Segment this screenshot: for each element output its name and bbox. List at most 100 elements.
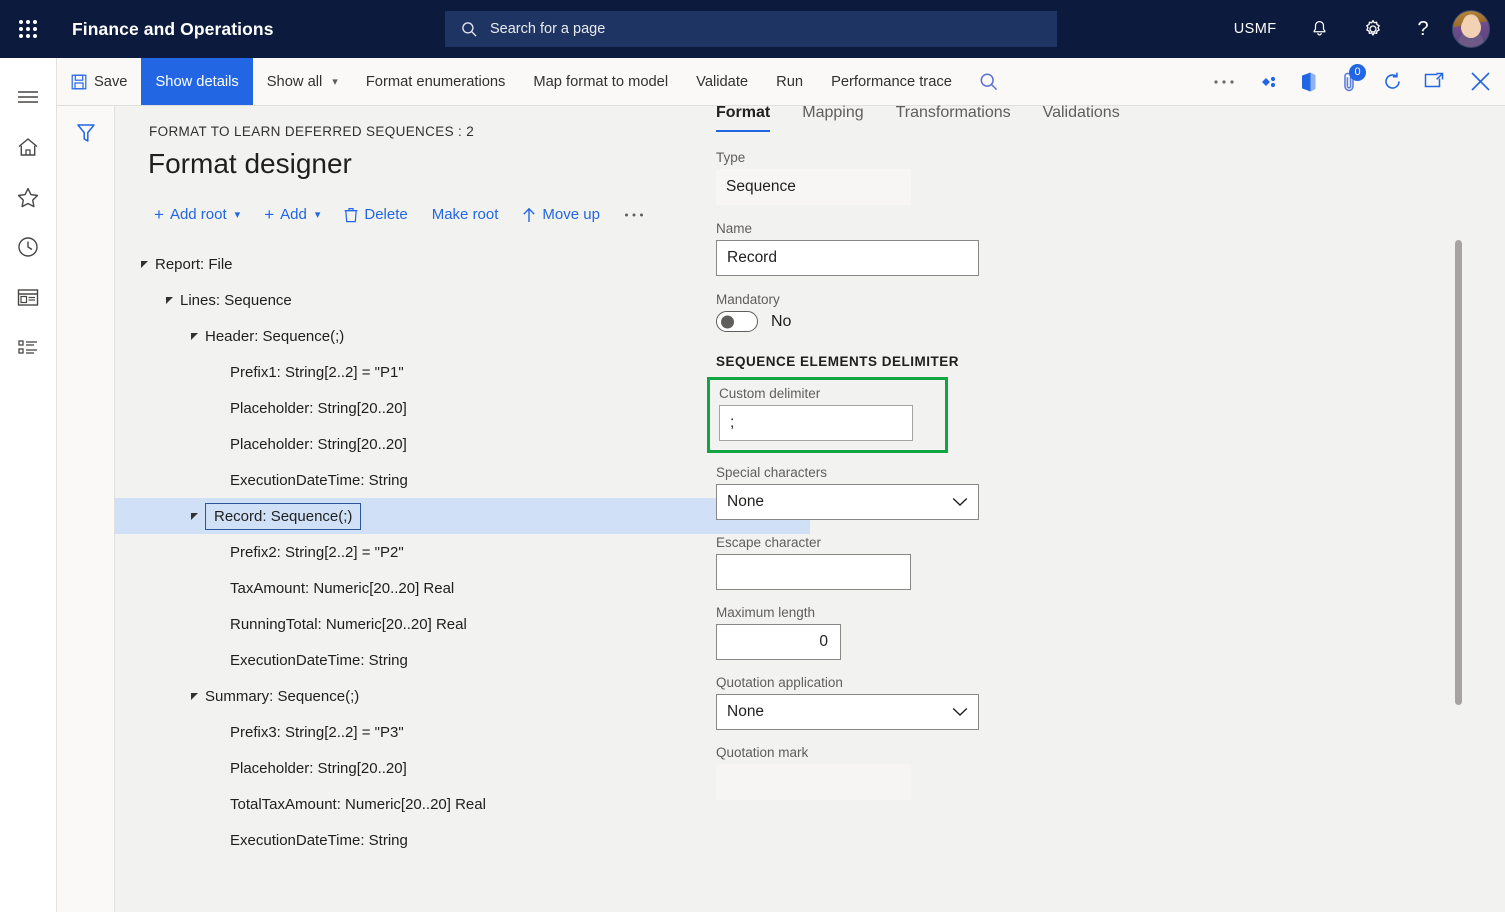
save-button[interactable]: Save <box>57 58 141 105</box>
filter-funnel-icon[interactable] <box>57 114 115 152</box>
special-characters-select[interactable]: None <box>716 484 979 520</box>
maximum-length-group: Maximum length 0 <box>716 605 1356 660</box>
name-input[interactable]: Record <box>716 240 979 276</box>
tree-node[interactable]: Report: File <box>115 246 810 282</box>
custom-delimiter-highlight: Custom delimiter ; <box>707 377 948 453</box>
maximum-length-input[interactable]: 0 <box>716 624 841 660</box>
show-all-button[interactable]: Show all ▾ <box>253 58 352 105</box>
quotation-application-select[interactable]: None <box>716 694 979 730</box>
tree-node[interactable]: TotalTaxAmount: Numeric[20..20] Real <box>115 786 810 822</box>
home-icon[interactable] <box>0 122 57 172</box>
mandatory-toggle[interactable] <box>716 311 758 332</box>
map-format-to-model-label: Map format to model <box>533 74 668 90</box>
tab-transformations[interactable]: Transformations <box>880 104 1027 132</box>
help-icon[interactable]: ? <box>1400 0 1446 58</box>
add-root-button[interactable]: + Add root ▾ <box>143 200 251 229</box>
tree-node[interactable]: ExecutionDateTime: String <box>115 642 810 678</box>
tree-node[interactable]: Record: Sequence(;) <box>115 498 810 534</box>
make-root-button[interactable]: Make root <box>421 200 510 229</box>
validate-label: Validate <box>696 74 748 90</box>
type-field-group: Type Sequence <box>716 150 1356 205</box>
add-button[interactable]: + Add ▾ <box>253 200 331 229</box>
tree-node-label: Summary: Sequence(;) <box>205 688 359 705</box>
tree-node[interactable]: ExecutionDateTime: String <box>115 822 810 858</box>
left-navigation-rail <box>0 58 57 912</box>
name-field-group: Name Record <box>716 221 1356 276</box>
sequence-elements-delimiter-heading: SEQUENCE ELEMENTS DELIMITER <box>716 354 1356 369</box>
tree-node[interactable]: Lines: Sequence <box>115 282 810 318</box>
properties-scrollbar-thumb[interactable] <box>1455 240 1462 705</box>
tree-node[interactable]: Prefix3: String[2..2] = "P3" <box>115 714 810 750</box>
bell-icon[interactable] <box>1293 0 1346 58</box>
custom-delimiter-label: Custom delimiter <box>719 386 936 401</box>
tree-expand-collapse-icon[interactable] <box>183 512 205 521</box>
hamburger-menu-icon[interactable] <box>0 72 57 122</box>
tree-node-label: ExecutionDateTime: String <box>230 472 408 489</box>
tab-validations[interactable]: Validations <box>1027 104 1136 132</box>
tree-node[interactable]: Prefix2: String[2..2] = "P2" <box>115 534 810 570</box>
tree-node[interactable]: Prefix1: String[2..2] = "P1" <box>115 354 810 390</box>
more-commands-button[interactable] <box>613 206 655 224</box>
open-in-new-window-icon[interactable] <box>1413 58 1455 105</box>
tree-node-label: Placeholder: String[20..20] <box>230 436 407 453</box>
mandatory-value: No <box>771 313 791 331</box>
tree-node[interactable]: TaxAmount: Numeric[20..20] Real <box>115 570 810 606</box>
tree-node-label: Report: File <box>155 256 233 273</box>
tree-node-label: Prefix2: String[2..2] = "P2" <box>230 544 404 561</box>
special-characters-value: None <box>727 493 764 511</box>
arrow-up-icon <box>522 207 536 223</box>
list-icon[interactable] <box>0 322 57 372</box>
tab-format-label: Format <box>716 104 770 121</box>
company-label: USMF <box>1234 21 1277 37</box>
format-tree: Report: File Lines: SequenceHeader: Seque… <box>115 246 810 858</box>
chevron-down-icon: ▾ <box>315 208 321 221</box>
star-icon[interactable] <box>0 172 57 222</box>
escape-character-label: Escape character <box>716 535 1356 550</box>
tab-format[interactable]: Format <box>716 104 786 132</box>
app-root: Finance and Operations Search for a page… <box>0 0 1505 912</box>
tree-expand-collapse-icon[interactable] <box>133 260 155 269</box>
tree-node[interactable]: Placeholder: String[20..20] <box>115 750 810 786</box>
workspace-icon[interactable] <box>0 272 57 322</box>
designer-command-bar: + Add root ▾ + Add ▾ Delete Make root <box>143 200 655 229</box>
save-label: Save <box>94 74 127 90</box>
show-details-button[interactable]: Show details <box>141 58 252 105</box>
tree-node-label: Placeholder: String[20..20] <box>230 400 407 417</box>
tree-expand-collapse-icon[interactable] <box>183 692 205 701</box>
tree-node[interactable]: Placeholder: String[20..20] <box>115 390 810 426</box>
make-root-label: Make root <box>432 206 499 223</box>
quotation-mark-label: Quotation mark <box>716 745 1356 760</box>
clock-icon[interactable] <box>0 222 57 272</box>
gear-icon[interactable] <box>1346 0 1400 58</box>
tree-node-label: Record: Sequence(;) <box>205 503 361 530</box>
tab-transformations-label: Transformations <box>896 104 1011 121</box>
tree-node[interactable]: Summary: Sequence(;) <box>115 678 810 714</box>
move-up-button[interactable]: Move up <box>511 200 611 229</box>
type-label: Type <box>716 150 1356 165</box>
escape-character-input[interactable] <box>716 554 911 590</box>
tree-node[interactable]: Placeholder: String[20..20] <box>115 426 810 462</box>
map-format-to-model-button[interactable]: Map format to model <box>519 58 682 105</box>
delete-button[interactable]: Delete <box>333 200 418 229</box>
tree-expand-collapse-icon[interactable] <box>158 296 180 305</box>
special-characters-label: Special characters <box>716 465 1356 480</box>
tree-node[interactable]: ExecutionDateTime: String <box>115 462 810 498</box>
maximum-length-label: Maximum length <box>716 605 1356 620</box>
company-selector[interactable]: USMF <box>1217 0 1294 58</box>
close-icon[interactable] <box>1455 58 1505 105</box>
user-avatar[interactable] <box>1452 10 1490 48</box>
custom-delimiter-input[interactable]: ; <box>719 405 913 441</box>
format-enumerations-button[interactable]: Format enumerations <box>352 58 520 105</box>
tree-node[interactable]: Header: Sequence(;) <box>115 318 810 354</box>
quotation-application-value: None <box>727 703 764 721</box>
search-input[interactable]: Search for a page <box>445 11 1057 47</box>
top-bar-right-actions: USMF ? <box>1217 0 1505 58</box>
move-up-label: Move up <box>542 206 600 223</box>
tree-node-label: Placeholder: String[20..20] <box>230 760 407 777</box>
tree-node[interactable]: RunningTotal: Numeric[20..20] Real <box>115 606 810 642</box>
tab-mapping[interactable]: Mapping <box>786 104 879 132</box>
tree-expand-collapse-icon[interactable] <box>183 332 205 341</box>
refresh-icon[interactable] <box>1371 58 1413 105</box>
app-launcher-icon[interactable] <box>0 0 56 58</box>
breadcrumb: FORMAT TO LEARN DEFERRED SEQUENCES : 2 <box>149 124 474 139</box>
